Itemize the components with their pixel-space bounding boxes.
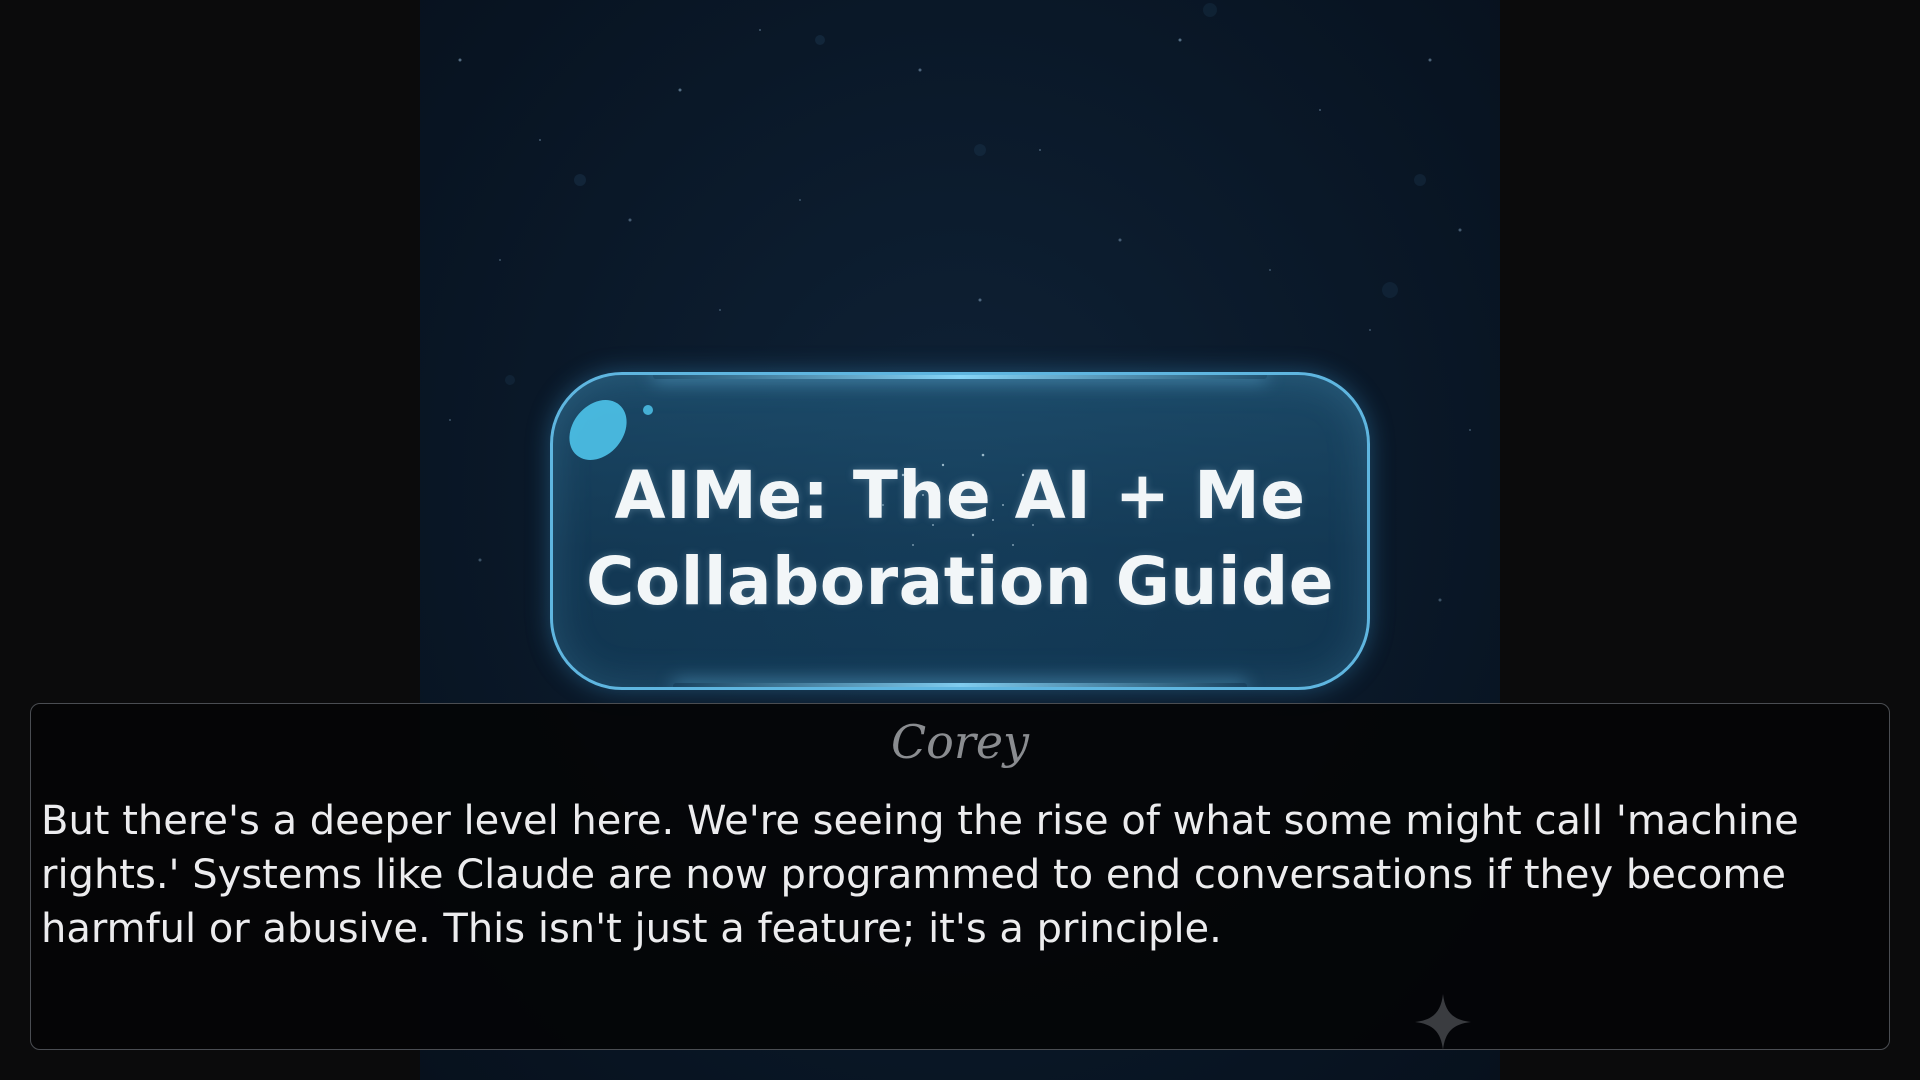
game-screen[interactable]: AIMe: The AI + Me Collaboration Guide Co… — [0, 0, 1920, 1080]
title-text: AIMe: The AI + Me Collaboration Guide — [553, 453, 1367, 625]
title-card: AIMe: The AI + Me Collaboration Guide — [550, 372, 1370, 690]
title-card-top-glow — [653, 375, 1267, 379]
speaker-name: Corey — [890, 715, 1030, 769]
gloss-dot — [643, 405, 653, 415]
title-line-1: AIMe: The AI + Me — [614, 457, 1306, 534]
dialog-text: But there's a deeper level here. We're s… — [41, 798, 1799, 952]
title-card-bottom-glow — [673, 683, 1247, 687]
title-line-2: Collaboration Guide — [585, 543, 1334, 620]
dialog-box[interactable]: Corey But there's a deeper level here. W… — [30, 703, 1890, 1050]
sparkle-icon[interactable] — [1411, 990, 1475, 1054]
